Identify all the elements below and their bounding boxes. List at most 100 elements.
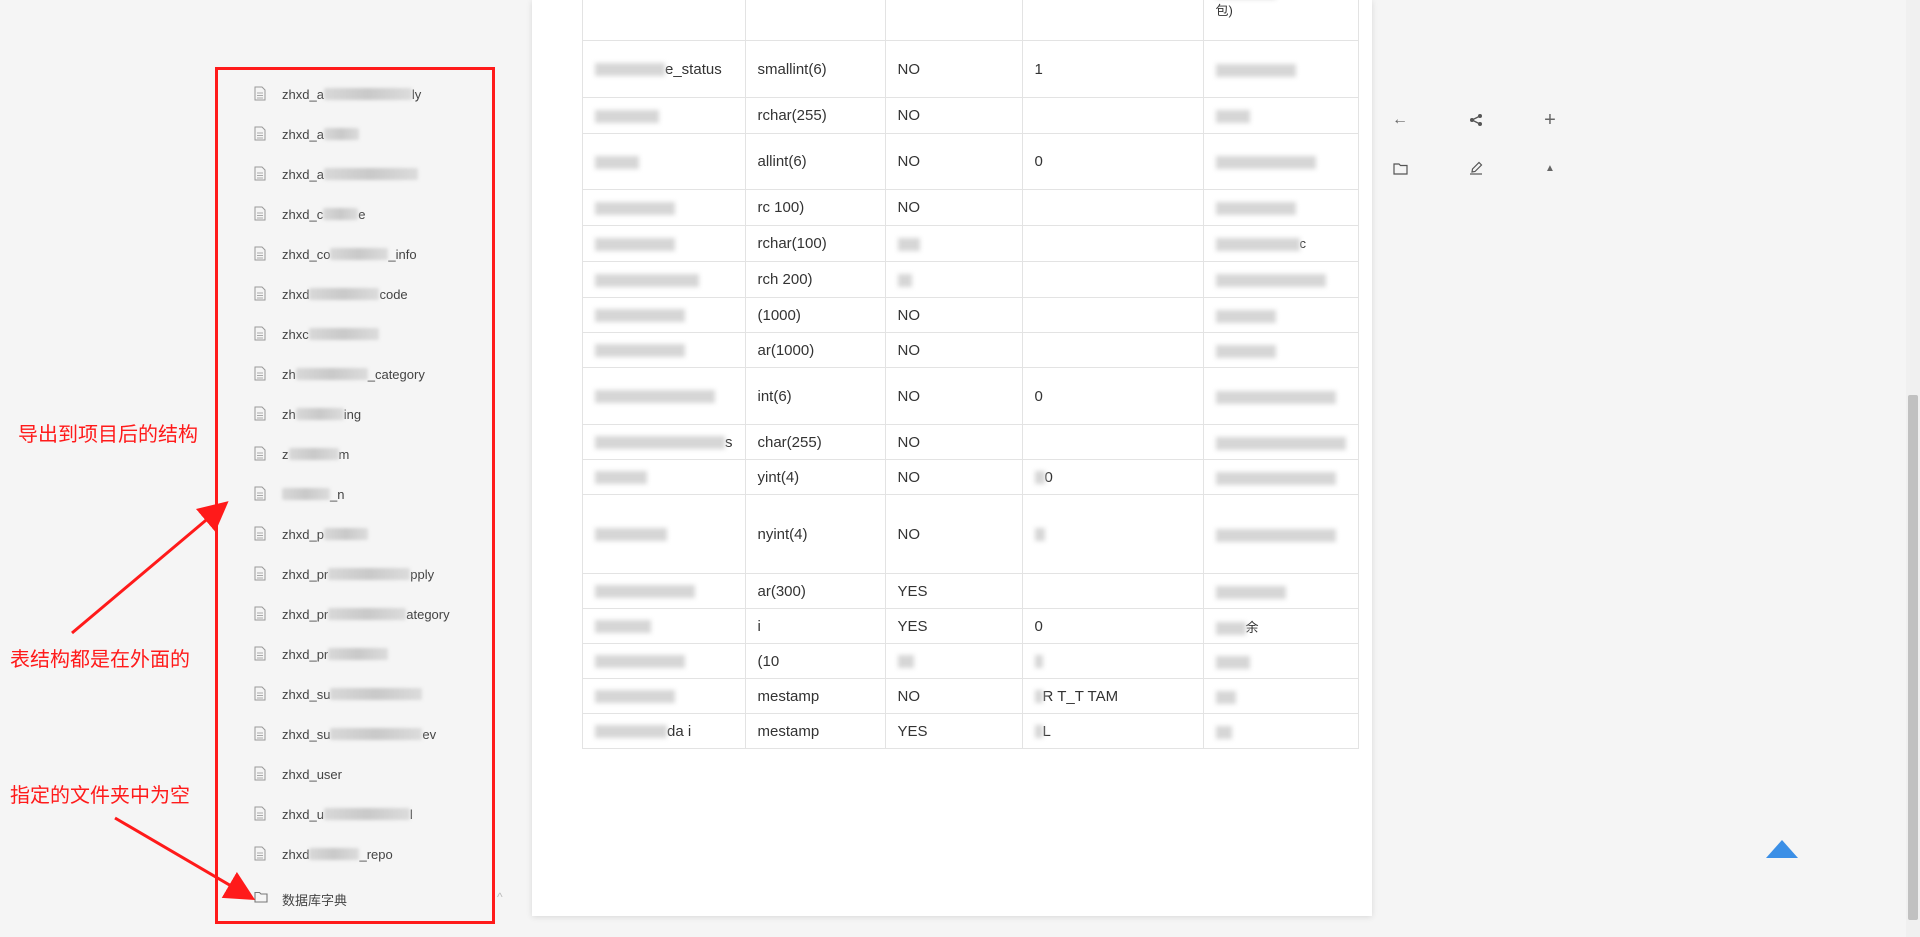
redacted-text xyxy=(1034,528,1045,542)
tree-item-label-suffix: code xyxy=(379,286,408,302)
table-cell: NO xyxy=(884,40,1023,98)
tree-item-file[interactable]: zhxd_p xyxy=(254,522,368,546)
tree-scroll-caret-icon[interactable]: ^ xyxy=(497,890,503,904)
page-scrollbar[interactable] xyxy=(1906,0,1920,937)
redacted-text xyxy=(323,128,359,140)
redacted-text xyxy=(897,237,920,251)
tree-item-label-prefix: zhxd_u xyxy=(282,806,324,822)
cell-text: da i xyxy=(667,722,692,740)
cell-text: 1 xyxy=(1034,60,1043,78)
collapse-button[interactable]: ▲ xyxy=(1534,152,1566,184)
cell-text: NO xyxy=(897,525,921,543)
redacted-text xyxy=(595,620,651,634)
table-cell: R T_T TAM xyxy=(1021,678,1204,714)
back-to-top-button[interactable] xyxy=(1766,840,1798,858)
tree-item-file[interactable]: _n xyxy=(254,482,344,506)
file-icon xyxy=(254,166,268,182)
table-cell: rc 100) xyxy=(744,189,886,226)
table-cell: 1 xyxy=(1021,40,1204,98)
add-button[interactable]: + xyxy=(1534,104,1566,136)
tree-item-file[interactable]: zhxc xyxy=(254,322,379,346)
cell-text: 0 xyxy=(1034,153,1043,170)
tree-item-file[interactable]: zhxd_su ev xyxy=(254,722,436,746)
tree-item-file[interactable]: zhxd_pr pply xyxy=(254,562,434,586)
cell-text: NO xyxy=(897,468,921,486)
tree-item-label-suffix: ev xyxy=(422,726,437,742)
redacted-text xyxy=(1215,471,1336,485)
file-icon xyxy=(254,646,268,662)
tree-item-file[interactable]: zh _category xyxy=(254,362,425,386)
folder-button[interactable] xyxy=(1384,152,1416,184)
table-cell xyxy=(1021,189,1204,226)
tree-item-file[interactable]: zm xyxy=(254,442,349,466)
tree-item-file[interactable]: zhxd_su xyxy=(254,682,423,706)
share-icon xyxy=(1470,114,1482,126)
table-cell xyxy=(1021,97,1204,134)
tree-item-file[interactable]: zhxd_a ly xyxy=(254,82,421,106)
table-cell: NO xyxy=(884,133,1023,190)
folder-icon xyxy=(1392,162,1408,175)
page-scrollbar-thumb[interactable] xyxy=(1908,395,1918,920)
redacted-text xyxy=(595,273,699,287)
folder-label: 数据库字典 xyxy=(282,892,348,908)
tree-item-file[interactable]: zhxd_a xyxy=(254,122,359,146)
tree-item-file[interactable]: zhxd code xyxy=(254,282,408,306)
tree-item-file[interactable]: zhxd_a xyxy=(254,162,418,186)
redacted-text xyxy=(1215,390,1336,404)
table-row: rchar(255) NO xyxy=(582,97,1359,134)
redacted-text xyxy=(295,368,368,380)
redacted-text xyxy=(328,648,389,660)
file-icon xyxy=(254,86,268,102)
tree-item-folder[interactable]: 数据库字典 xyxy=(254,887,347,911)
tree-item-file[interactable]: zhxd_c e xyxy=(254,202,365,226)
tree-item-label-suffix: _n xyxy=(330,486,345,502)
tree-item-file[interactable]: zhxd _repo xyxy=(254,842,393,866)
redacted-text xyxy=(897,273,912,287)
tree-item-label-prefix: zhxd_pr xyxy=(282,566,329,582)
tree-item-file[interactable]: zhxd_pr xyxy=(254,642,389,666)
redacted-text xyxy=(282,488,330,500)
tree-item-file[interactable]: zhxd_pr ategory xyxy=(254,602,450,626)
redacted-text xyxy=(1034,655,1043,669)
redacted-text xyxy=(1215,621,1246,635)
cell-text: smallint(6) xyxy=(757,60,827,78)
tree-item-label-suffix: e xyxy=(358,206,366,222)
tree-item-file[interactable]: zhxd_co _info xyxy=(254,242,417,266)
redacted-text xyxy=(1215,344,1276,358)
table-cell: mestamp xyxy=(744,713,886,749)
table-cell xyxy=(582,189,746,226)
redacted-text xyxy=(595,109,659,123)
cell-text: rc 100) xyxy=(757,199,805,216)
cell-text: 聘，6. 包) xyxy=(1215,2,1233,18)
table-cell: mestamp xyxy=(744,678,886,714)
redacted-text xyxy=(1215,725,1232,739)
table-cell: 0 xyxy=(1021,459,1204,495)
table-cell: ar(1000) xyxy=(744,332,886,368)
back-button[interactable]: ← xyxy=(1384,104,1416,136)
table-cell xyxy=(1021,261,1204,298)
tree-item-file[interactable]: zhxd_user xyxy=(254,762,342,786)
tree-item-file[interactable]: zhxd_u l xyxy=(254,802,413,826)
table-row: rch 200) xyxy=(582,261,1359,298)
table-row: ar(1000) NO xyxy=(582,332,1359,368)
redacted-text xyxy=(330,688,423,700)
cell-text: L xyxy=(1042,722,1051,740)
table-cell: e_status xyxy=(582,40,746,98)
redacted-text xyxy=(1034,725,1043,739)
table-cell: i xyxy=(744,608,886,644)
tree-item-label-prefix: zhxd_co xyxy=(282,246,331,262)
tree-item-label-prefix: zhxd_user xyxy=(282,766,342,782)
tree-item-label-prefix: zhxd_c xyxy=(282,206,324,222)
arrow-left-icon: ← xyxy=(1392,111,1408,128)
share-button[interactable] xyxy=(1460,104,1492,136)
edit-button[interactable] xyxy=(1460,152,1492,184)
redacted-text xyxy=(323,168,418,180)
table-row: i YES 0 余 xyxy=(582,608,1359,644)
table-cell: da i xyxy=(582,713,746,749)
tree-item-file[interactable]: zh ing xyxy=(254,402,361,426)
annotation-folder-empty: 指定的文件夹中为空 xyxy=(10,785,190,807)
table-row: int(6) NO 0 xyxy=(582,367,1359,425)
table-row: allint(6) NO 0 xyxy=(582,133,1359,190)
cell-text: YES xyxy=(897,617,928,635)
cell-text: NO xyxy=(897,306,921,324)
